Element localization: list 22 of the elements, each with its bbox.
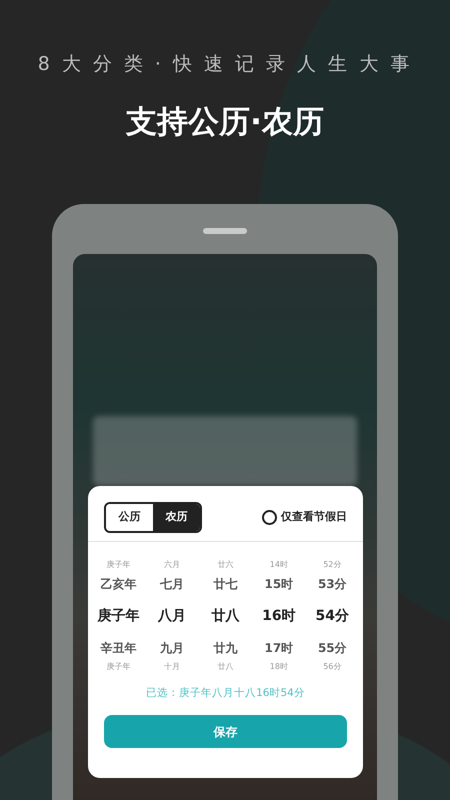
picker-option[interactable]: 九月 [145, 636, 199, 660]
picker-option[interactable]: 乙亥年 [92, 572, 146, 596]
picker-option[interactable]: 七月 [145, 572, 199, 596]
picker-option[interactable]: 廿九 [198, 636, 252, 660]
banner-title: 支持公历·农历 [124, 102, 325, 142]
picker-option[interactable]: 八月 [145, 596, 199, 636]
picker-option[interactable]: 55分 [306, 636, 359, 660]
picker-option[interactable]: 53分 [306, 572, 359, 596]
picker-option[interactable]: 54分 [306, 596, 359, 636]
speaker-bar [203, 228, 247, 234]
calendar-tab[interactable]: 农历 [153, 504, 200, 530]
radio-button[interactable] [262, 510, 277, 525]
picker-option[interactable]: 15时 [252, 572, 306, 596]
holiday-filter-label: 仅查看节假日 [281, 509, 347, 525]
selection-text: 已选：庚子年八月十八16时54分 [145, 686, 306, 700]
picker-option[interactable]: 辛丑年 [92, 636, 146, 660]
picker-option[interactable]: 廿七 [198, 572, 252, 596]
picker-option[interactable]: 庚子年 [92, 596, 146, 636]
banner-subtitle: 8 大 分 类 · 快 速 记 录 人 生 大 事 [36, 52, 414, 77]
picker-option[interactable]: 17时 [252, 636, 306, 660]
picker-option[interactable]: 廿八 [198, 596, 252, 636]
picker-option[interactable]: 16时 [252, 596, 306, 636]
